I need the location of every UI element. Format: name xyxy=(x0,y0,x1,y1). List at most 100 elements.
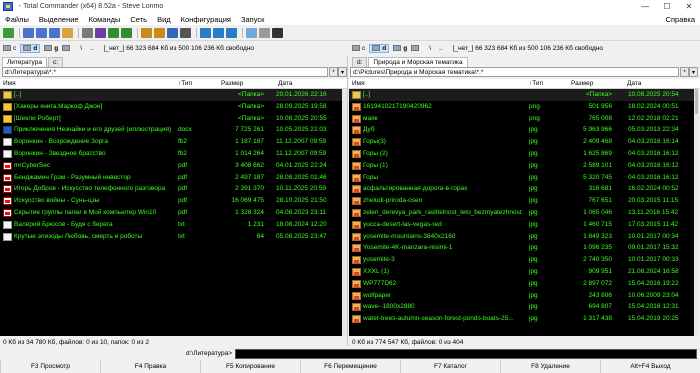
left-up-button[interactable]: .. xyxy=(90,45,94,52)
right-col-date[interactable]: Дата xyxy=(627,80,641,87)
menu-view[interactable]: Вид xyxy=(152,15,176,24)
tab-c[interactable]: c: xyxy=(47,57,64,67)
right-up-button[interactable]: .. xyxy=(439,45,443,52)
file-row[interactable]: Воронкин - Возрождение Зорга fb2 1 187 187… xyxy=(0,136,342,148)
f6-move-button[interactable]: F6 Перемещение xyxy=(300,360,400,373)
file-row[interactable]: Горы (2) jpg 1 625 869 04.03.2016 16:12 xyxy=(349,148,694,160)
left-drive-c[interactable]: c xyxy=(3,45,16,52)
list-view-icon[interactable] xyxy=(23,28,34,38)
invert-icon[interactable] xyxy=(95,28,106,38)
menu-configuration[interactable]: Конфигурация xyxy=(176,15,236,24)
menu-commands[interactable]: Команды xyxy=(84,15,126,24)
minimize-button[interactable]: — xyxy=(634,0,656,13)
file-row[interactable]: Бенджамин Грэм - Разумный инвестор pdf 2 4… xyxy=(0,172,342,184)
sort-icon[interactable] xyxy=(82,28,93,38)
file-row[interactable]: [Хакеры книга.Маркоф Джон] <Папка> 28.09.2… xyxy=(0,101,342,113)
menu-help[interactable]: Справка xyxy=(661,15,700,24)
f7-mkdir-button[interactable]: F7 Каталог xyxy=(400,360,500,373)
maximize-button[interactable]: ☐ xyxy=(656,0,678,13)
right-history-button[interactable]: * xyxy=(680,67,689,77)
f4-edit-button[interactable]: F4 Правка xyxy=(100,360,200,373)
right-col-size[interactable]: Размер xyxy=(571,80,593,87)
file-row[interactable]: wave--1800x2880 jpg 694 807 15.04.2016 12:3… xyxy=(349,301,694,313)
file-row[interactable]: zelen_derevya_park_rastitelnost_leto_bez… xyxy=(349,207,694,219)
right-drive-network[interactable] xyxy=(411,45,421,51)
file-row[interactable]: Горы(3) jpg 2 409 468 04.03.2016 16:14 xyxy=(349,136,694,148)
file-row[interactable]: XXXL (1) jpg 909 951 21.08.2024 16:58 xyxy=(349,266,694,278)
left-col-name[interactable]: Имя xyxy=(3,80,16,87)
right-drive-d[interactable]: d xyxy=(369,43,390,53)
left-history-button[interactable]: * xyxy=(329,67,338,77)
left-file-panel[interactable]: [..] <Папка> 20.01.2026 22:16 [Хакеры книга… xyxy=(0,89,342,336)
tab-nature[interactable]: Природа и Морская тематика xyxy=(368,57,468,67)
file-row[interactable]: wolfpaper jpg 243 806 10.06.2009 23:04 xyxy=(349,290,694,302)
file-row[interactable]: yosemite-3 jpg 2 740 350 10.01.2017 00:33 xyxy=(349,254,694,266)
url-icon[interactable] xyxy=(213,28,224,38)
binoculars-icon[interactable] xyxy=(180,28,191,38)
file-row[interactable]: Дуб jpg 5 963 966 05.03.2013 22:34 xyxy=(349,124,694,136)
tree-view-icon[interactable] xyxy=(62,28,73,38)
file-row[interactable]: Скрытие группы папки в Мой компьютер Win… xyxy=(0,207,342,219)
tab-literature[interactable]: Литература xyxy=(2,57,47,67)
notepad-icon[interactable] xyxy=(246,28,257,38)
terminal-icon[interactable] xyxy=(272,28,283,38)
left-col-size[interactable]: Размер xyxy=(221,80,243,87)
menu-net[interactable]: Сеть xyxy=(125,15,152,24)
right-root-button[interactable]: \ xyxy=(429,45,431,52)
thumbnail-view-icon[interactable] xyxy=(49,28,60,38)
file-row[interactable]: Yosemite-4K-manzara-resimi-1 jpg 1 096 235… xyxy=(349,242,694,254)
file-row[interactable]: Горы jpg 5 320 745 04.03.2016 16:12 xyxy=(349,172,694,184)
right-dropdown-button[interactable]: ▾ xyxy=(689,67,698,77)
left-path[interactable]: d:\Литература\*.* xyxy=(2,67,328,77)
back-icon[interactable] xyxy=(108,28,119,38)
copy-names-icon[interactable] xyxy=(259,28,270,38)
file-row[interactable]: WP777D62 jpg 2 897 072 15.04.2016 19:22 xyxy=(349,278,694,290)
file-row[interactable]: Приключения Незнайки и его друзей (иллюс… xyxy=(0,124,342,136)
file-row[interactable]: [Шекли Роберт] <Папка> 10.08.2025 20:55 xyxy=(0,113,342,125)
altf4-exit-button[interactable]: Alt+F4 Выход xyxy=(600,360,700,373)
file-row[interactable]: Воронкин - Звездное братство fb2 1 014 264… xyxy=(0,148,342,160)
file-row[interactable]: маяк png 765 008 12.02.2018 02:21 xyxy=(349,113,694,125)
right-scrollbar[interactable] xyxy=(694,89,699,336)
file-row[interactable]: [..] <Папка> 10.08.2025 20:54 xyxy=(349,89,694,101)
left-dropdown-button[interactable]: ▾ xyxy=(338,67,347,77)
file-row[interactable]: Валерий Брюсов - Будя с берега txt 1 231 18… xyxy=(0,219,342,231)
file-row[interactable]: Игорь Добров - Искусство телефонного раз… xyxy=(0,183,342,195)
right-col-type[interactable]: ↑Тип xyxy=(529,80,543,87)
file-row[interactable]: mrCyberSec pdf 3 408 662 04.01.2025 22:24 xyxy=(0,160,342,172)
left-col-type[interactable]: ↑Тип xyxy=(178,80,192,87)
forward-icon[interactable] xyxy=(121,28,132,38)
right-drive-c[interactable]: c xyxy=(352,45,365,52)
file-row[interactable]: yucca-desert-las-vegas-red jpg 1 460 715 17… xyxy=(349,219,694,231)
f8-delete-button[interactable]: F8 Удаление xyxy=(500,360,600,373)
file-row[interactable]: Крутые эпизоды Любовь, смерть и роботы tx… xyxy=(0,231,342,243)
panel-divider[interactable] xyxy=(347,56,348,346)
left-col-date[interactable]: Дата xyxy=(278,80,292,87)
f3-view-button[interactable]: F3 Просмотр xyxy=(0,360,100,373)
pack-icon[interactable] xyxy=(141,28,152,38)
left-drive-g[interactable]: g xyxy=(44,45,58,52)
left-root-button[interactable]: \ xyxy=(80,45,82,52)
network-icon[interactable] xyxy=(226,28,237,38)
right-path[interactable]: d:\Pictures\Природа и Морская тематика\*… xyxy=(350,67,679,77)
ftp-icon[interactable] xyxy=(200,28,211,38)
file-row[interactable]: [..] <Папка> 20.01.2026 22:16 xyxy=(0,89,342,101)
f5-copy-button[interactable]: F5 Копирование xyxy=(200,360,300,373)
left-drive-network[interactable] xyxy=(62,45,72,51)
right-file-panel[interactable]: [..] <Папка> 10.08.2025 20:54 1619410217190… xyxy=(349,89,694,336)
file-row[interactable]: 1619410217190420962 png 501 956 18.02.2024 … xyxy=(349,101,694,113)
command-input[interactable] xyxy=(235,348,697,359)
close-button[interactable]: ✕ xyxy=(678,0,700,13)
file-row[interactable]: yosemite-mountains-3840x2160 jpg 1 849 323… xyxy=(349,231,694,243)
left-drive-d[interactable]: d xyxy=(20,43,41,53)
detail-view-icon[interactable] xyxy=(36,28,47,38)
right-drive-g[interactable]: g xyxy=(393,45,407,52)
file-row[interactable]: zheludi-priroda-osen jpg 767 651 20.03.2015… xyxy=(349,195,694,207)
menu-selection[interactable]: Выделение xyxy=(34,15,84,24)
right-scrollbar-thumb[interactable] xyxy=(695,89,698,114)
refresh-icon[interactable] xyxy=(3,28,14,38)
tab-d[interactable]: d: xyxy=(352,57,368,67)
right-col-name[interactable]: Имя xyxy=(352,80,365,87)
menu-files[interactable]: Файлы xyxy=(0,15,34,24)
file-row[interactable]: Горы (1) jpg 2 589 101 04.03.2016 16:12 xyxy=(349,160,694,172)
